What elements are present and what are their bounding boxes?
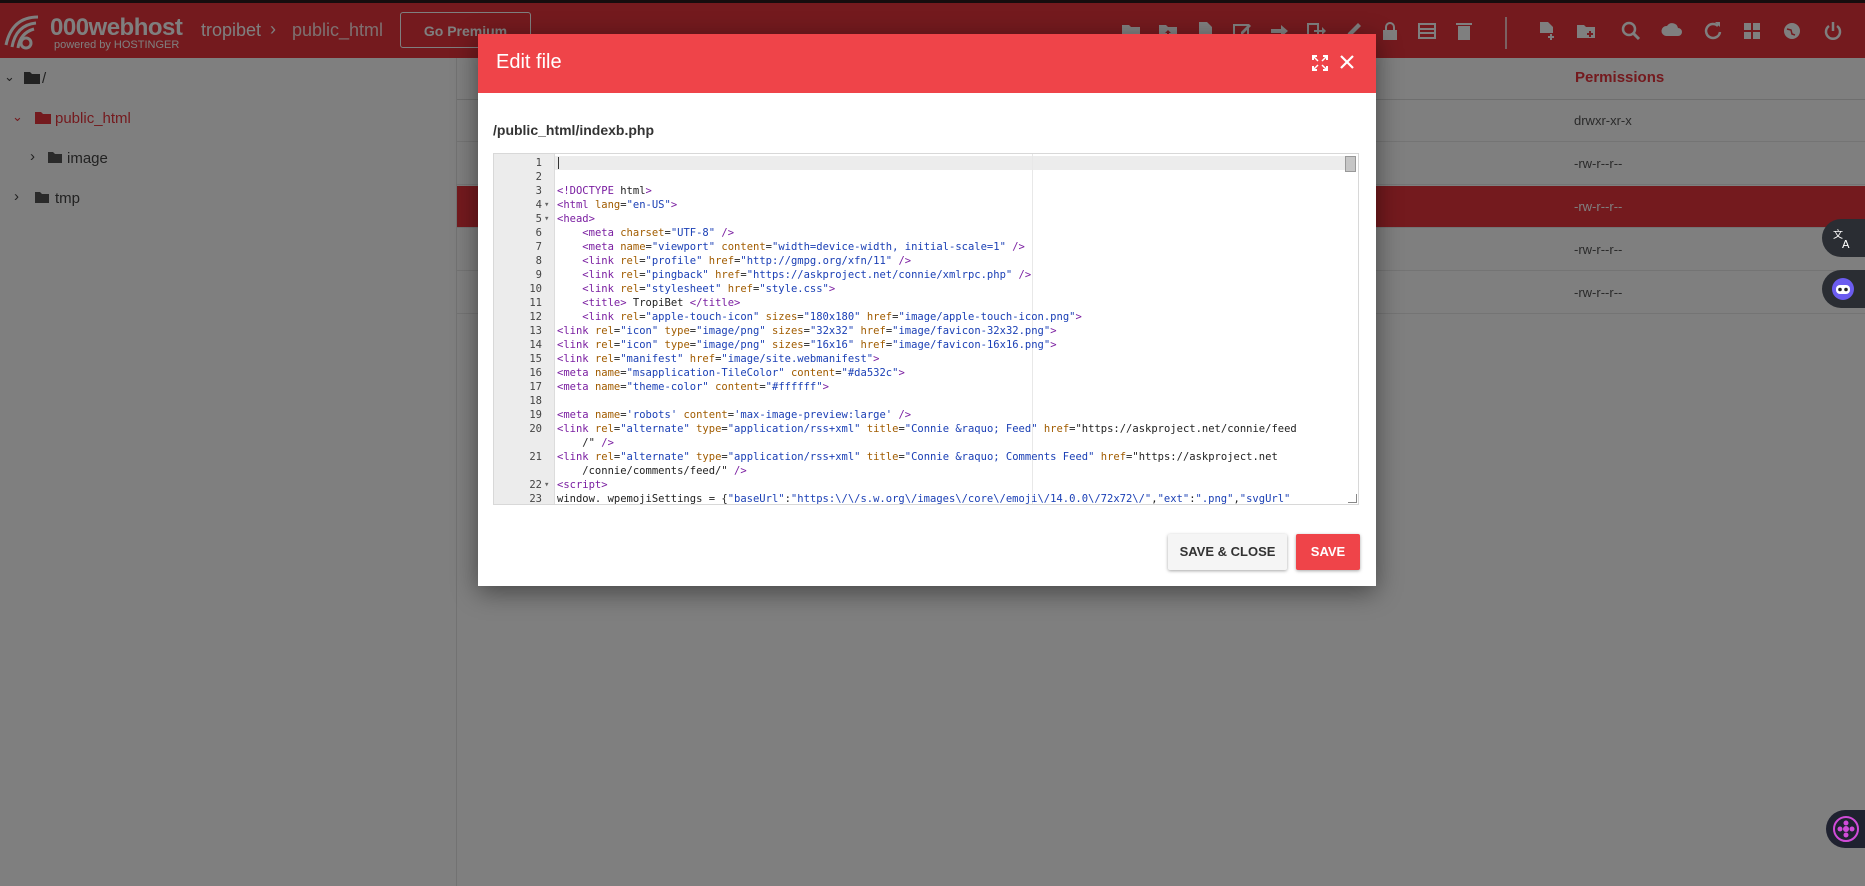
code-text: <link rel="stylesheet" href="style.css"> <box>582 283 836 295</box>
line-number: 9 <box>535 269 542 281</box>
line-number: 19 <box>529 409 542 421</box>
code-text: <link rel="pingback" href="https://askpr… <box>582 269 1032 281</box>
code-text: /connie/comments/feed/" /> <box>557 465 747 477</box>
code-text: <link rel="icon" type="image/png" sizes=… <box>557 325 1057 337</box>
line-number: 5 <box>535 213 542 225</box>
robot-icon <box>1832 278 1854 300</box>
edit-file-modal: Edit file /public_html/indexb.php 1 2 3 <!D… <box>478 34 1376 586</box>
modal-header: Edit file <box>478 34 1376 93</box>
save-button[interactable]: SAVE <box>1296 534 1360 570</box>
modal-title: Edit file <box>496 51 562 73</box>
fold-toggle-icon[interactable]: ▾ <box>544 198 549 212</box>
line-number: 10 <box>529 283 542 295</box>
fold-toggle-icon[interactable]: ▾ <box>544 212 549 226</box>
line-number: 16 <box>529 367 542 379</box>
translate-widget[interactable]: 文A <box>1822 219 1865 257</box>
line-number: 4 <box>535 199 542 211</box>
line-number: 18 <box>529 395 542 407</box>
code-line[interactable]: 3 <!DOCTYPE html> <box>494 184 1354 198</box>
line-number: 13 <box>529 325 542 337</box>
code-line[interactable]: 11 <title> TropiBet </title> <box>494 296 1354 310</box>
line-number: 2 <box>535 171 542 183</box>
code-line[interactable]: 22 ▾ <script> <box>494 478 1354 492</box>
line-number: 21 <box>529 451 542 463</box>
code-text: <link rel="profile" href="http://gmpg.or… <box>582 255 912 267</box>
chat-widget[interactable] <box>1826 810 1865 848</box>
code-line[interactable]: 13 <link rel="icon" type="image/png" size… <box>494 324 1354 338</box>
resize-handle-icon[interactable] <box>1348 494 1357 503</box>
code-line[interactable]: 21 <link rel="alternate" type="applicatio… <box>494 450 1354 464</box>
code-line[interactable]: 4 ▾ <html lang="en-US"> <box>494 198 1354 212</box>
line-number: 14 <box>529 339 542 351</box>
close-icon[interactable] <box>1339 54 1355 70</box>
code-line[interactable]: 20 <link rel="alternate" type="applicatio… <box>494 422 1354 436</box>
translate-icon: 文A <box>1833 228 1850 249</box>
code-text: <meta name="viewport" content="width=dev… <box>582 241 1025 253</box>
code-line[interactable]: 16 <meta name="msapplication-TileColor" c… <box>494 366 1354 380</box>
chat-flower-icon <box>1833 816 1859 842</box>
code-editor[interactable]: 1 2 3 <!DOCTYPE html> 4 ▾ <html lang="en-US"> 5… <box>493 153 1359 505</box>
code-text: <meta name='robots' content='max-image-p… <box>557 409 912 421</box>
line-number: 22 <box>529 479 542 491</box>
line-number: 6 <box>535 227 542 239</box>
text-cursor <box>558 157 559 169</box>
save-and-close-button[interactable]: SAVE & CLOSE <box>1168 534 1287 570</box>
code-text: window._wpemojiSettings = {"baseUrl":"ht… <box>557 493 1291 505</box>
assistant-widget[interactable] <box>1822 270 1865 308</box>
code-line[interactable]: 7 <meta name="viewport" content="width=d… <box>494 240 1354 254</box>
code-text: <link rel="manifest" href="image/site.we… <box>557 353 880 365</box>
code-line[interactable]: 15 <link rel="manifest" href="image/site.… <box>494 352 1354 366</box>
line-number: 8 <box>535 255 542 267</box>
code-text: <!DOCTYPE html> <box>557 185 652 197</box>
file-path-label: /public_html/indexb.php <box>493 122 654 138</box>
code-text: <meta name="theme-color" content="#fffff… <box>557 381 829 393</box>
code-text: <title> TropiBet </title> <box>582 297 741 309</box>
code-text: <script> <box>557 479 608 491</box>
line-number: 23 <box>529 493 542 505</box>
code-text: <link rel="alternate" type="application/… <box>557 423 1297 435</box>
code-line[interactable]: 6 <meta charset="UTF-8" /> <box>494 226 1354 240</box>
code-text: <html lang="en-US"> <box>557 199 678 211</box>
editor-scrollbar[interactable] <box>1345 156 1356 172</box>
line-number: 20 <box>529 423 542 435</box>
code-line[interactable]: 14 <link rel="icon" type="image/png" size… <box>494 338 1354 352</box>
code-line[interactable]: /" /> <box>494 436 1354 450</box>
code-line[interactable]: 10 <link rel="stylesheet" href="style.cs… <box>494 282 1354 296</box>
fold-toggle-icon[interactable]: ▾ <box>544 478 549 492</box>
line-number: 3 <box>535 185 542 197</box>
code-line[interactable]: 9 <link rel="pingback" href="https://ask… <box>494 268 1354 282</box>
code-text: <link rel="icon" type="image/png" sizes=… <box>557 339 1057 351</box>
code-line[interactable]: 17 <meta name="theme-color" content="#fff… <box>494 380 1354 394</box>
code-line[interactable]: 5 ▾ <head> <box>494 212 1354 226</box>
code-line[interactable]: /connie/comments/feed/" /> <box>494 464 1354 478</box>
code-line[interactable]: 12 <link rel="apple-touch-icon" sizes="1… <box>494 310 1354 324</box>
code-text: <meta name="msapplication-TileColor" con… <box>557 367 905 379</box>
code-text: <link rel="apple-touch-icon" sizes="180x… <box>582 311 1082 323</box>
code-line[interactable]: 1 <box>494 156 1354 170</box>
line-number: 7 <box>535 241 542 253</box>
svg-text:A: A <box>1842 238 1850 249</box>
code-text: <head> <box>557 213 595 225</box>
line-number: 17 <box>529 381 542 393</box>
code-line[interactable]: 23 window._wpemojiSettings = {"baseUrl":"… <box>494 492 1354 505</box>
code-line[interactable]: 19 <meta name='robots' content='max-image… <box>494 408 1354 422</box>
code-text: <meta charset="UTF-8" /> <box>582 227 735 239</box>
line-number: 11 <box>529 297 542 309</box>
code-line[interactable]: 18 <box>494 394 1354 408</box>
code-line[interactable]: 8 <link rel="profile" href="http://gmpg.… <box>494 254 1354 268</box>
line-number: 1 <box>535 157 542 169</box>
code-text: /" /> <box>557 437 614 449</box>
line-number: 15 <box>529 353 542 365</box>
code-line[interactable]: 2 <box>494 170 1354 184</box>
code-text: <link rel="alternate" type="application/… <box>557 451 1278 463</box>
line-number: 12 <box>529 311 542 323</box>
expand-icon[interactable] <box>1312 55 1328 71</box>
